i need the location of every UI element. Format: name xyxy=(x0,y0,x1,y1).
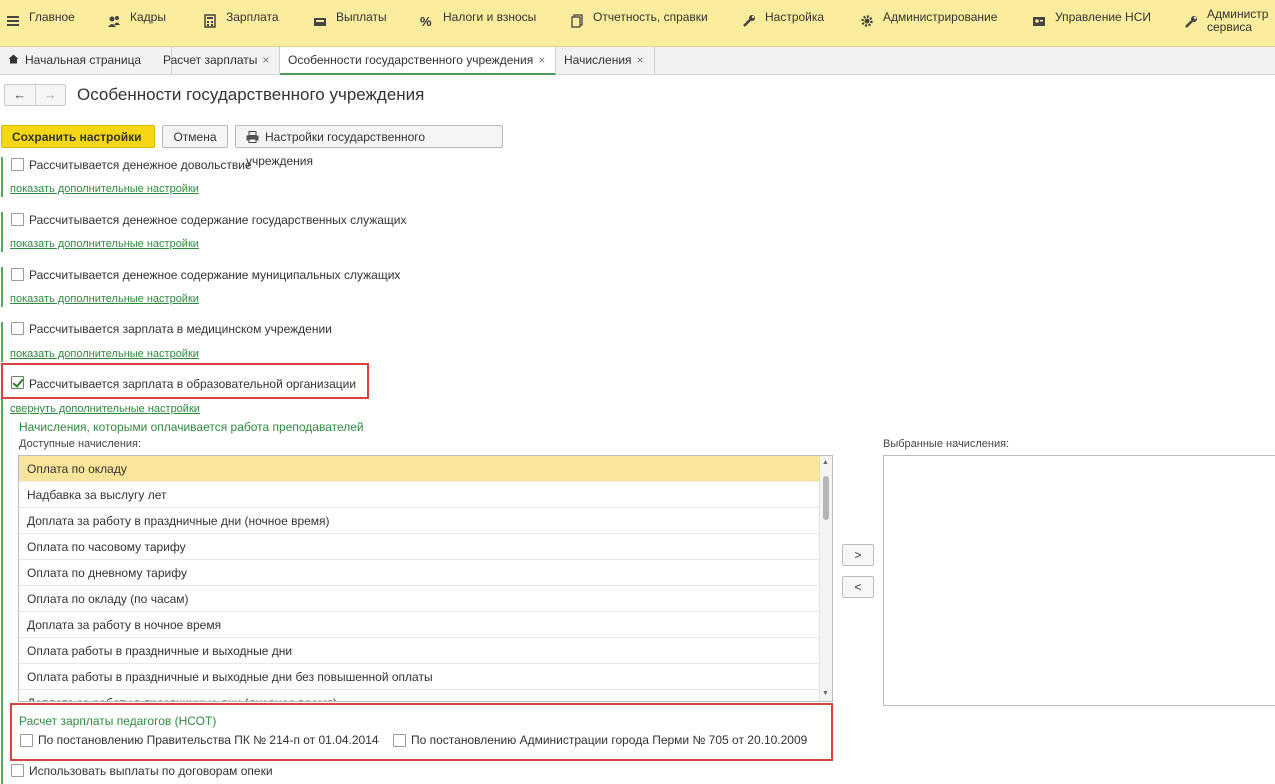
option-label: Рассчитывается зарплата в медицинском уч… xyxy=(29,322,332,336)
show-more-link[interactable]: показать дополнительные настройки xyxy=(10,238,199,250)
teachers-section-title: Начисления, которыми оплачивается работа… xyxy=(19,420,364,434)
option-label: Рассчитывается денежное содержание муниц… xyxy=(29,268,401,282)
list-item[interactable]: Оплата по часовому тарифу xyxy=(19,534,819,560)
wrench-icon xyxy=(742,14,756,28)
tab-label: Расчет зарплаты xyxy=(163,53,258,67)
group-bar xyxy=(1,267,3,307)
available-accruals-label: Доступные начисления: xyxy=(19,438,142,450)
selected-accruals-list[interactable] xyxy=(883,455,1275,706)
menu-item-reports[interactable]: Отчетность, справки xyxy=(570,10,708,28)
available-accruals-list[interactable]: Оплата по окладу Надбавка за выслугу лет… xyxy=(18,455,833,702)
list-item[interactable]: Доплата за работу в праздничные дни (дне… xyxy=(19,690,819,701)
group-bar xyxy=(1,322,3,362)
tab-gov-features[interactable]: Особенности государственного учреждения × xyxy=(280,47,556,75)
gov-settings-button[interactable]: Настройки государственного учреждения xyxy=(235,125,503,168)
option-checkbox-education[interactable] xyxy=(11,376,24,389)
list-item[interactable]: Доплата за работу в ночное время xyxy=(19,612,819,638)
menu-item-settings[interactable]: Настройка xyxy=(742,10,824,28)
option-label: Рассчитывается денежное содержание госуд… xyxy=(29,213,407,227)
back-arrow-icon[interactable]: ← xyxy=(5,85,35,105)
menu-item-service-admin[interactable]: Администр сервиса xyxy=(1184,8,1268,34)
wrench-icon xyxy=(1184,15,1198,29)
close-icon[interactable]: × xyxy=(637,53,644,67)
option-label: Рассчитывается зарплата в образовательно… xyxy=(29,377,357,391)
move-left-button[interactable]: < xyxy=(842,576,874,598)
guardianship-checkbox[interactable] xyxy=(11,764,24,777)
calculator-icon xyxy=(203,14,217,28)
nsot-option-label: По постановлению Администрации города Пе… xyxy=(411,733,808,747)
card-icon xyxy=(1032,14,1046,28)
tab-label: Начисления xyxy=(564,53,632,67)
menu-item-admin[interactable]: Администрирование xyxy=(860,10,997,28)
close-icon[interactable]: × xyxy=(538,53,545,67)
tab-label: Начальная страница xyxy=(25,53,142,67)
page-title: Особенности государственного учреждения xyxy=(77,85,425,104)
save-settings-button[interactable]: Сохранить настройки xyxy=(1,125,155,148)
scrollbar-thumb[interactable] xyxy=(823,476,829,520)
cancel-button[interactable]: Отмена xyxy=(162,125,228,148)
navigation-buttons: ← → xyxy=(4,84,66,106)
option-checkbox-civil-servants[interactable] xyxy=(11,213,24,226)
show-more-link[interactable]: показать дополнительные настройки xyxy=(10,293,199,305)
option-checkbox-medical[interactable] xyxy=(11,322,24,335)
list-item[interactable]: Оплата по окладу xyxy=(19,456,819,482)
list-item[interactable]: Оплата работы в праздничные и выходные д… xyxy=(19,664,819,690)
selected-accruals-label: Выбранные начисления: xyxy=(883,438,1010,450)
menu-item-nsi[interactable]: Управление НСИ xyxy=(1032,10,1151,28)
close-icon[interactable]: × xyxy=(262,53,269,67)
option-checkbox-municipal[interactable] xyxy=(11,268,24,281)
menu-label-line2: сервиса xyxy=(1207,20,1253,34)
show-more-link[interactable]: показать дополнительные настройки xyxy=(10,348,199,360)
documents-icon xyxy=(570,14,584,28)
people-icon xyxy=(107,14,121,28)
scroll-up-icon[interactable]: ▲ xyxy=(822,459,829,466)
list-item[interactable]: Доплата за работу в праздничные дни (ноч… xyxy=(19,508,819,534)
list-item[interactable]: Оплата по окладу (по часам) xyxy=(19,586,819,612)
home-icon xyxy=(8,48,19,75)
group-bar xyxy=(1,157,3,197)
show-more-link[interactable]: показать дополнительные настройки xyxy=(10,183,199,195)
menu-item-payments[interactable]: Выплаты xyxy=(313,10,387,28)
gear-icon xyxy=(860,14,874,28)
tab-label: Особенности государственного учреждения xyxy=(288,53,534,67)
nsot-checkbox-perm-city[interactable] xyxy=(393,734,406,747)
scroll-down-icon[interactable]: ▼ xyxy=(822,690,829,697)
hamburger-icon xyxy=(6,14,20,28)
nsot-checkbox-perm-krai[interactable] xyxy=(20,734,33,747)
move-right-button[interactable]: > xyxy=(842,544,874,566)
menu-item-main[interactable]: Главное xyxy=(6,10,75,28)
open-tabs-bar: Начальная страница Расчет зарплаты × Особ… xyxy=(0,47,1275,75)
group-bar xyxy=(1,376,3,784)
wallet-icon xyxy=(313,14,327,28)
list-item[interactable]: Оплата работы в праздничные и выходные д… xyxy=(19,638,819,664)
percent-icon: % xyxy=(420,14,432,29)
option-checkbox-allowance[interactable] xyxy=(11,158,24,171)
main-menu-bar: Главное Кадры Зарплата Выплаты % Налоги … xyxy=(0,0,1275,47)
tab-accruals[interactable]: Начисления × xyxy=(556,47,655,74)
menu-item-hr[interactable]: Кадры xyxy=(107,10,166,28)
printer-icon xyxy=(246,128,259,150)
forward-arrow-icon[interactable]: → xyxy=(34,85,66,105)
nsot-section-title: Расчет зарплаты педагогов (НСОТ) xyxy=(19,714,217,728)
tab-home[interactable]: Начальная страница xyxy=(0,47,172,74)
guardianship-label: Использовать выплаты по договорам опеки xyxy=(29,764,273,778)
list-item[interactable]: Надбавка за выслугу лет xyxy=(19,482,819,508)
collapse-link[interactable]: свернуть дополнительные настройки xyxy=(10,403,200,415)
nsot-option-label: По постановлению Правительства ПК № 214-… xyxy=(38,733,379,747)
menu-item-salary[interactable]: Зарплата xyxy=(203,10,279,28)
list-item[interactable]: Оплата по дневному тарифу xyxy=(19,560,819,586)
gov-settings-label: Настройки государственного учреждения xyxy=(246,130,426,168)
highlight-box xyxy=(10,703,833,761)
menu-item-taxes[interactable]: % Налоги и взносы xyxy=(420,10,536,29)
group-bar xyxy=(1,212,3,252)
option-label: Рассчитывается денежное довольствие xyxy=(29,158,252,172)
list-scrollbar[interactable]: ▲ ▼ xyxy=(819,456,832,701)
tab-salary-calc[interactable]: Расчет зарплаты × xyxy=(155,47,280,74)
